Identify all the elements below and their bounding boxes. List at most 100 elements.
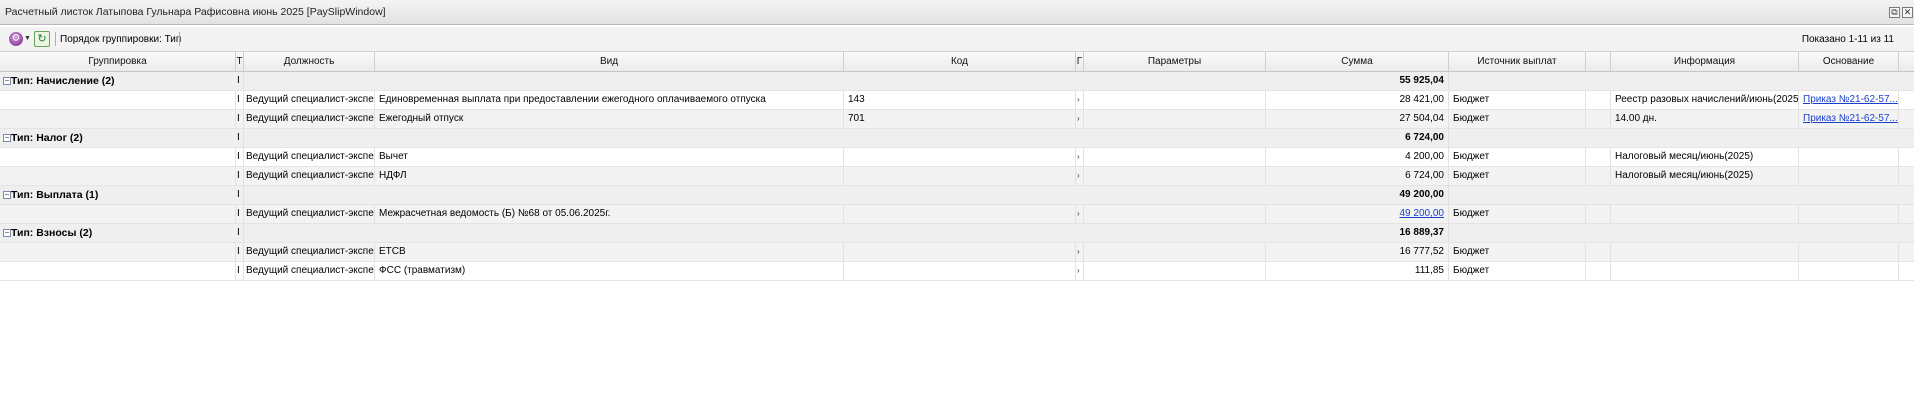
- row-arrow-icon: ›: [1076, 205, 1084, 223]
- cell-blank: [1586, 262, 1611, 280]
- column-header-info[interactable]: Информация: [1611, 52, 1799, 71]
- group-total: 6 724,00: [1266, 129, 1449, 147]
- cell-position: Ведущий специалист-эксперт: [244, 262, 375, 280]
- row-marker: I: [236, 91, 244, 109]
- cell-source: Бюджет: [1449, 110, 1586, 128]
- table-row[interactable]: I Ведущий специалист-эксперт Вычет › 4 2…: [0, 148, 1914, 167]
- cell-sum: 111,85: [1266, 262, 1449, 280]
- records-shown-label: Показано 1-11 из 11: [1801, 34, 1894, 45]
- cell-position: Ведущий специалист-эксперт: [244, 91, 375, 109]
- cell-source: Бюджет: [1449, 205, 1586, 223]
- cell-kind: Межрасчетная ведомость (Б) №68 от 05.06.…: [375, 205, 844, 223]
- table-row[interactable]: I Ведущий специалист-эксперт Ежегодный о…: [0, 110, 1914, 129]
- cell-info: Налоговый месяц/июнь(2025): [1611, 167, 1799, 185]
- window-title: Расчетный листок Латыпова Гульнара Рафис…: [5, 6, 386, 18]
- cell-code: [844, 262, 1076, 280]
- toolbar: ⚙ ▼ ↻ Порядок группировки: Тип Показано …: [0, 27, 1914, 52]
- table-row[interactable]: I Ведущий специалист-эксперт Единовремен…: [0, 91, 1914, 110]
- group-order-label[interactable]: Порядок группировки: Тип: [60, 34, 181, 45]
- cell-params: [1084, 243, 1266, 261]
- cell-blank: [1586, 110, 1611, 128]
- refresh-icon: ↻: [37, 33, 47, 45]
- row-marker: I: [236, 72, 244, 90]
- cell-position: Ведущий специалист-эксперт: [244, 167, 375, 185]
- column-header-type[interactable]: Т: [236, 52, 244, 71]
- cell-info: Налоговый месяц/июнь(2025): [1611, 148, 1799, 166]
- cell-code: 143: [844, 91, 1076, 109]
- collapse-icon[interactable]: −: [3, 77, 11, 85]
- column-header-basis[interactable]: Основание: [1799, 52, 1899, 71]
- gear-icon: ⚙: [9, 32, 23, 46]
- column-header-blank[interactable]: [1586, 52, 1611, 71]
- cell-sum: 16 777,52: [1266, 243, 1449, 261]
- cell-grouping: [0, 110, 236, 128]
- menu-button[interactable]: ⚙ ▼: [7, 31, 31, 47]
- row-marker: I: [236, 129, 244, 147]
- cell-params: [1084, 262, 1266, 280]
- cell-params: [1084, 148, 1266, 166]
- cell-info: [1611, 243, 1799, 261]
- cell-grouping: [0, 205, 236, 223]
- column-header-grouping[interactable]: Группировка: [0, 52, 236, 71]
- group-total: 49 200,00: [1266, 186, 1449, 204]
- cell-info: Реестр разовых начислений/июнь(2025): [1611, 91, 1799, 109]
- cell-source: Бюджет: [1449, 243, 1586, 261]
- refresh-button[interactable]: ↻: [34, 31, 50, 47]
- close-window-button[interactable]: ✕: [1902, 7, 1913, 18]
- cell-source: Бюджет: [1449, 167, 1586, 185]
- cell-kind: Ежегодный отпуск: [375, 110, 844, 128]
- row-marker: I: [236, 243, 244, 261]
- basis-link[interactable]: Приказ №21-62-57...: [1799, 91, 1899, 109]
- cell-basis: [1799, 243, 1899, 261]
- collapse-icon[interactable]: −: [3, 229, 11, 237]
- table-row[interactable]: I Ведущий специалист-эксперт Межрасчетна…: [0, 205, 1914, 224]
- cell-code: [844, 243, 1076, 261]
- row-marker: I: [236, 186, 244, 204]
- cell-params: [1084, 167, 1266, 185]
- restore-window-button[interactable]: ⧉: [1889, 7, 1900, 18]
- group-row[interactable]: − Тип: Начисление (2) I 55 925,04: [0, 72, 1914, 91]
- group-row[interactable]: − Тип: Взносы (2) I 16 889,37: [0, 224, 1914, 243]
- cell-code: [844, 167, 1076, 185]
- column-header-g[interactable]: Г: [1076, 52, 1084, 71]
- cell-kind: НДФЛ: [375, 167, 844, 185]
- cell-code: 701: [844, 110, 1076, 128]
- row-arrow-icon: ›: [1076, 262, 1084, 280]
- column-header-code[interactable]: Код: [844, 52, 1076, 71]
- cell-params: [1084, 110, 1266, 128]
- sum-link[interactable]: 49 200,00: [1266, 205, 1449, 223]
- column-header-params[interactable]: Параметры: [1084, 52, 1266, 71]
- collapse-icon[interactable]: −: [3, 191, 11, 199]
- cell-source: Бюджет: [1449, 148, 1586, 166]
- cell-kind: Вычет: [375, 148, 844, 166]
- column-header-kind[interactable]: Вид: [375, 52, 844, 71]
- group-label: Тип: Начисление (2): [11, 75, 115, 87]
- row-marker: I: [236, 224, 244, 242]
- cell-position: Ведущий специалист-эксперт: [244, 205, 375, 223]
- cell-blank: [1586, 167, 1611, 185]
- group-label: Тип: Взносы (2): [11, 227, 93, 239]
- group-row[interactable]: − Тип: Налог (2) I 6 724,00: [0, 129, 1914, 148]
- column-header-sum[interactable]: Сумма: [1266, 52, 1449, 71]
- group-row[interactable]: − Тип: Выплата (1) I 49 200,00: [0, 186, 1914, 205]
- basis-link[interactable]: [1799, 167, 1899, 185]
- group-label: Тип: Выплата (1): [11, 189, 99, 201]
- cell-blank: [1586, 148, 1611, 166]
- column-header-position[interactable]: Должность: [244, 52, 375, 71]
- table-row[interactable]: I Ведущий специалист-эксперт ФСС (травма…: [0, 262, 1914, 281]
- basis-link[interactable]: [1799, 148, 1899, 166]
- cell-code: [844, 205, 1076, 223]
- table-row[interactable]: I Ведущий специалист-эксперт НДФЛ › 6 72…: [0, 167, 1914, 186]
- cell-grouping: [0, 243, 236, 261]
- column-header-source[interactable]: Источник выплат: [1449, 52, 1586, 71]
- cell-basis: [1799, 205, 1899, 223]
- collapse-icon[interactable]: −: [3, 134, 11, 142]
- chevron-down-icon: ▼: [24, 35, 31, 42]
- table-row[interactable]: I Ведущий специалист-эксперт ЕТСВ › 16 7…: [0, 243, 1914, 262]
- group-total: 55 925,04: [1266, 72, 1449, 90]
- group-total: 16 889,37: [1266, 224, 1449, 242]
- cell-sum: 27 504,04: [1266, 110, 1449, 128]
- basis-link[interactable]: Приказ №21-62-57...: [1799, 110, 1899, 128]
- row-arrow-icon: ›: [1076, 148, 1084, 166]
- row-arrow-icon: ›: [1076, 167, 1084, 185]
